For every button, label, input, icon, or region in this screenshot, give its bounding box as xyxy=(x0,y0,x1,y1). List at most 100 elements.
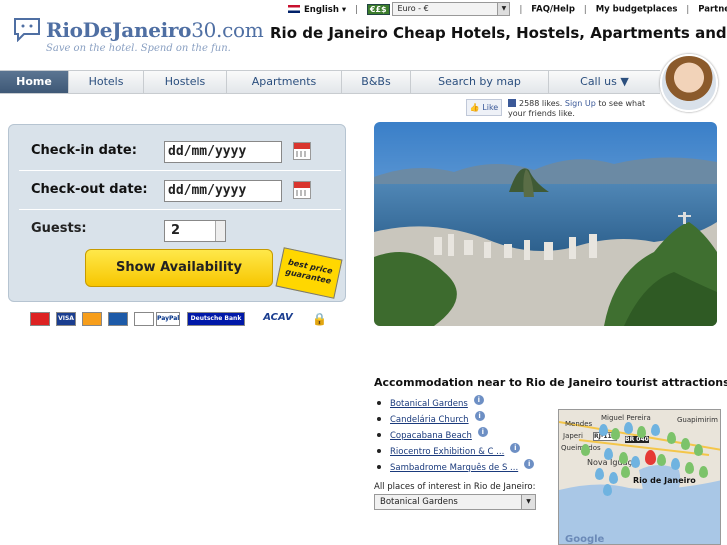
map-pin-icon[interactable] xyxy=(671,458,680,470)
map-label: Nova Iguaçu xyxy=(587,458,637,467)
deutsche-bank-icon: Deutsche Bank xyxy=(187,312,245,326)
nav-hostels[interactable]: Hostels xyxy=(144,71,227,93)
list-item: Sambadrome Marquês de S ... i xyxy=(374,459,535,473)
map-pin-icon[interactable] xyxy=(694,444,703,456)
guests-select[interactable]: 2 xyxy=(164,220,226,242)
area-map[interactable]: Mendes Miguel Pereira Guapimirim Japeri … xyxy=(558,409,721,545)
nav-hotels[interactable]: Hotels xyxy=(69,71,144,93)
nav-search-by-map[interactable]: Search by map xyxy=(411,71,549,93)
divider xyxy=(19,209,341,210)
map-pin-icon[interactable] xyxy=(599,424,608,436)
map-pin-icon[interactable] xyxy=(667,432,676,444)
checkout-label: Check-out date: xyxy=(31,182,148,197)
map-pin-icon[interactable] xyxy=(604,448,613,460)
map-pin-icon[interactable] xyxy=(621,466,630,478)
paypal-icon: PayPal xyxy=(156,312,180,326)
attraction-link[interactable]: Botanical Gardens xyxy=(390,399,468,409)
checkout-calendar-icon[interactable] xyxy=(293,181,311,199)
page-title: Rio de Janeiro Cheap Hotels, Hostels, Ap… xyxy=(270,24,727,42)
show-availability-button[interactable]: Show Availability xyxy=(85,249,273,287)
facebook-icon xyxy=(508,99,516,107)
info-icon[interactable]: i xyxy=(477,427,488,437)
faq-help-link[interactable]: FAQ/Help xyxy=(531,5,575,15)
checkin-label: Check-in date: xyxy=(31,143,137,158)
mastercard-icon xyxy=(82,312,102,326)
all-places-label: All places of interest in Rio de Janeiro… xyxy=(374,482,536,492)
rio-photo xyxy=(374,122,717,326)
best-price-badge: best price guarantee xyxy=(275,247,343,299)
bullet-icon xyxy=(377,433,381,437)
list-item: Candelária Church i xyxy=(374,411,485,425)
speech-bubble-logo-icon xyxy=(14,18,40,42)
signup-link[interactable]: Sign Up xyxy=(565,99,596,108)
aval-card-icon xyxy=(134,312,154,326)
partner-login-link[interactable]: Partner log in xyxy=(698,5,727,15)
uk-flag-icon xyxy=(288,5,300,13)
like-button[interactable]: 👍 Like xyxy=(466,99,502,116)
currency-icon: €£$ xyxy=(366,3,390,15)
road-badge: BR 040 xyxy=(625,436,649,443)
bullet-icon xyxy=(377,401,381,405)
map-label: Guapimirim xyxy=(677,416,718,424)
logo-tagline: Save on the hotel. Spend on the fun. xyxy=(46,43,231,54)
top-bar: English ▾ | €£$ Euro - € ▼ | FAQ/Help | M… xyxy=(288,2,727,18)
map-pin-icon[interactable] xyxy=(609,472,618,484)
map-pin-icon[interactable] xyxy=(595,468,604,480)
logo-wordmark: RioDeJaneiro30.com xyxy=(46,18,264,42)
map-pin-icon[interactable] xyxy=(651,424,660,436)
map-label: Japeri xyxy=(563,432,583,440)
map-pin-icon[interactable] xyxy=(681,438,690,450)
map-pin-icon[interactable] xyxy=(637,426,646,438)
divider: | xyxy=(354,4,359,15)
info-icon[interactable]: i xyxy=(473,395,484,405)
map-pin-icon[interactable] xyxy=(603,484,612,496)
attraction-link[interactable]: Candelária Church xyxy=(390,415,469,425)
like-count: 2588 likes. Sign Up to see what your fri… xyxy=(508,99,646,118)
language-selector[interactable]: English ▾ xyxy=(288,5,346,15)
map-pin-icon[interactable] xyxy=(699,466,708,478)
visa-card-icon: VISA xyxy=(56,312,76,326)
list-item: Botanical Gardens i xyxy=(374,395,484,409)
map-pin-icon[interactable] xyxy=(624,422,633,434)
map-pin-icon[interactable] xyxy=(657,454,666,466)
checkin-calendar-icon[interactable] xyxy=(293,142,311,160)
map-pin-icon[interactable] xyxy=(611,428,620,440)
site-logo[interactable]: RioDeJaneiro30.com Save on the hotel. Sp… xyxy=(12,14,264,56)
map-label: Rio de Janeiro xyxy=(633,476,696,485)
currency-select[interactable]: Euro - € ▼ xyxy=(392,2,511,16)
guests-label: Guests: xyxy=(31,221,87,236)
booking-form: Check-in date: dd/mm/yyyy Check-out date… xyxy=(8,124,346,302)
map-pin-icon[interactable] xyxy=(685,462,694,474)
my-budgetplaces-link[interactable]: My budgetplaces xyxy=(596,5,678,15)
info-icon[interactable]: i xyxy=(524,459,535,469)
divider: | xyxy=(583,4,587,15)
nav-bnbs[interactable]: B&Bs xyxy=(342,71,411,93)
divider: | xyxy=(686,4,690,15)
nav-call-us[interactable]: Call us ▼ xyxy=(549,71,660,93)
attraction-link[interactable]: Riocentro Exhibition & C ... xyxy=(390,447,504,457)
stepper-icon[interactable] xyxy=(215,221,225,241)
checkout-input[interactable]: dd/mm/yyyy xyxy=(164,180,282,202)
lock-icon: 🔒 xyxy=(312,312,327,326)
maestro-card-icon xyxy=(108,312,128,326)
map-pin-icon[interactable] xyxy=(619,452,628,464)
info-icon[interactable]: i xyxy=(510,443,521,453)
acav-logo: ACAV xyxy=(256,312,300,326)
bullet-icon xyxy=(377,465,381,469)
maestro-card-icon xyxy=(30,312,50,326)
support-agent-avatar[interactable] xyxy=(660,54,718,112)
bullet-icon xyxy=(377,417,381,421)
nav-apartments[interactable]: Apartments xyxy=(227,71,342,93)
google-logo: Google xyxy=(565,534,605,545)
nav-home[interactable]: Home xyxy=(0,71,69,93)
checkin-input[interactable]: dd/mm/yyyy xyxy=(164,141,282,163)
selected-map-pin-icon[interactable] xyxy=(645,450,656,465)
main-nav: Home Hotels Hostels Apartments B&Bs Sear… xyxy=(0,70,660,94)
attraction-link[interactable]: Sambadrome Marquês de S ... xyxy=(390,463,518,473)
places-select[interactable]: Botanical Gardens ▼ xyxy=(374,494,536,510)
info-icon[interactable]: i xyxy=(474,411,485,421)
chevron-down-icon: ▼ xyxy=(521,495,535,509)
map-pin-icon[interactable] xyxy=(631,456,640,468)
attraction-link[interactable]: Copacabana Beach xyxy=(390,431,472,441)
map-pin-icon[interactable] xyxy=(581,444,590,456)
